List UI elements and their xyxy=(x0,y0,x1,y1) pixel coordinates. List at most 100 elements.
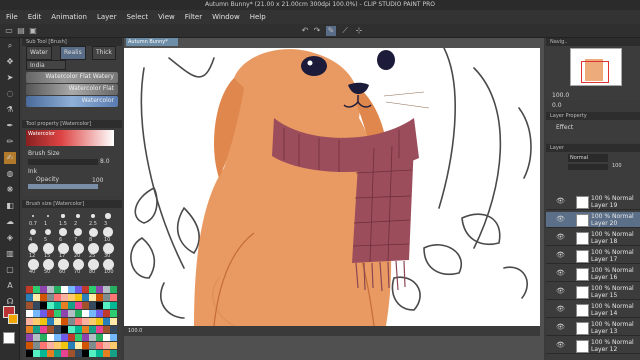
color-swatch[interactable] xyxy=(61,286,68,293)
color-swatch[interactable] xyxy=(33,310,40,317)
eye-icon[interactable]: 👁 xyxy=(556,341,565,349)
color-swatch[interactable] xyxy=(110,286,117,293)
color-swatch[interactable] xyxy=(110,334,117,341)
color-swatch[interactable] xyxy=(82,342,89,349)
color-swatch[interactable] xyxy=(89,318,96,325)
ruler-icon[interactable]: ⟋ xyxy=(340,26,350,36)
color-swatch[interactable] xyxy=(47,286,54,293)
color-swatch[interactable] xyxy=(96,342,103,349)
color-swatch[interactable] xyxy=(61,294,68,301)
layer-row[interactable]: 👁 100 % Normal Layer 14 xyxy=(546,302,640,318)
color-swatch[interactable] xyxy=(110,318,117,325)
layer-row[interactable]: 👁 100 % Normal Layer 19 xyxy=(546,194,640,210)
color-swatch[interactable] xyxy=(75,318,82,325)
color-swatch[interactable] xyxy=(40,342,47,349)
gradient-icon[interactable]: ▥ xyxy=(4,248,16,260)
color-swatch[interactable] xyxy=(61,350,68,357)
color-swatch[interactable] xyxy=(26,318,33,325)
color-swatch[interactable] xyxy=(89,350,96,357)
color-swatch[interactable] xyxy=(75,350,82,357)
color-swatch[interactable] xyxy=(33,286,40,293)
color-swatch[interactable] xyxy=(89,326,96,333)
eyedropper-icon[interactable]: ⚗ xyxy=(4,104,16,116)
color-swatch[interactable] xyxy=(40,310,47,317)
brush-size-preset[interactable] xyxy=(75,213,81,219)
color-swatch[interactable] xyxy=(96,286,103,293)
color-swatch[interactable] xyxy=(26,334,33,341)
eye-icon[interactable]: 👁 xyxy=(556,323,565,331)
pencil-icon[interactable]: ✏ xyxy=(4,136,16,148)
color-swatch[interactable] xyxy=(61,302,68,309)
color-swatch[interactable] xyxy=(40,334,47,341)
brush-size-preset[interactable] xyxy=(57,242,69,254)
color-swatch[interactable] xyxy=(75,326,82,333)
canvas-drawing[interactable] xyxy=(124,48,540,326)
decoration-icon[interactable]: ❋ xyxy=(4,184,16,196)
color-swatch[interactable] xyxy=(96,334,103,341)
color-swatch[interactable] xyxy=(82,326,89,333)
color-swatch[interactable] xyxy=(110,294,117,301)
menu-window[interactable]: Window xyxy=(212,13,240,21)
tab-water[interactable]: Water xyxy=(26,46,52,60)
color-swatch[interactable] xyxy=(33,294,40,301)
color-swatch[interactable] xyxy=(40,350,47,357)
color-swatch[interactable] xyxy=(89,302,96,309)
color-swatch[interactable] xyxy=(33,350,40,357)
color-swatch[interactable] xyxy=(103,334,110,341)
layer-row[interactable]: 👁 100 % Normal Layer 12 xyxy=(546,338,640,354)
color-swatch[interactable] xyxy=(26,302,33,309)
color-swatch[interactable] xyxy=(33,302,40,309)
color-swatch[interactable] xyxy=(110,310,117,317)
figure-icon[interactable]: ▢ xyxy=(4,264,16,276)
eye-icon[interactable]: 👁 xyxy=(556,233,565,241)
color-swatch[interactable] xyxy=(68,294,75,301)
color-swatch[interactable] xyxy=(82,334,89,341)
brush-size-preset[interactable] xyxy=(72,258,84,270)
open-icon[interactable]: ▤ xyxy=(16,26,26,36)
color-swatch[interactable] xyxy=(40,318,47,325)
color-swatch[interactable] xyxy=(89,310,96,317)
color-swatch[interactable] xyxy=(47,318,54,325)
color-swatch[interactable] xyxy=(110,342,117,349)
color-swatch[interactable] xyxy=(75,334,82,341)
color-swatch[interactable] xyxy=(26,342,33,349)
opacity-slider[interactable] xyxy=(28,184,98,189)
color-swatch[interactable] xyxy=(54,286,61,293)
snap-icon[interactable]: ⊹ xyxy=(354,26,364,36)
menu-layer[interactable]: Layer xyxy=(97,13,117,21)
menu-help[interactable]: Help xyxy=(250,13,266,21)
brush-size-preset[interactable] xyxy=(105,213,111,219)
color-swatch[interactable] xyxy=(54,302,61,309)
color-swatch[interactable] xyxy=(40,294,47,301)
color-swatch[interactable] xyxy=(61,310,68,317)
brush-icon[interactable]: ✍ xyxy=(4,152,16,164)
color-swatch[interactable] xyxy=(40,326,47,333)
layer-row[interactable]: 👁 100 % Normal Layer 18 xyxy=(546,230,640,246)
sub-color-swatch[interactable] xyxy=(8,314,18,324)
color-swatch[interactable] xyxy=(61,342,68,349)
eye-icon[interactable]: 👁 xyxy=(556,197,565,205)
brush-size-preset[interactable] xyxy=(27,258,39,270)
menu-animation[interactable]: Animation xyxy=(51,13,87,21)
color-swatch[interactable] xyxy=(82,286,89,293)
tab-realistic[interactable]: Realis xyxy=(60,46,86,60)
color-swatch[interactable] xyxy=(68,310,75,317)
pen-mode-icon[interactable]: ✎ xyxy=(326,26,336,36)
brush-size-preset[interactable] xyxy=(102,242,114,254)
color-swatch[interactable] xyxy=(61,326,68,333)
color-swatch[interactable] xyxy=(47,326,54,333)
eye-icon[interactable]: 👁 xyxy=(556,269,565,277)
color-swatch[interactable] xyxy=(26,294,33,301)
color-swatch[interactable] xyxy=(89,286,96,293)
color-swatch[interactable] xyxy=(103,342,110,349)
layer-row[interactable]: 👁 100 % Normal Layer 20 xyxy=(546,212,640,228)
eye-icon[interactable]: 👁 xyxy=(556,251,565,259)
color-swatch[interactable] xyxy=(110,350,117,357)
eye-icon[interactable]: 👁 xyxy=(556,287,565,295)
color-swatch[interactable] xyxy=(54,326,61,333)
move-icon[interactable]: ✥ xyxy=(4,56,16,68)
color-swatch[interactable] xyxy=(103,302,110,309)
brush-size-preset[interactable] xyxy=(32,215,34,217)
color-swatch[interactable] xyxy=(89,342,96,349)
layer-row[interactable]: 👁 100 % Normal Layer 13 xyxy=(546,320,640,336)
